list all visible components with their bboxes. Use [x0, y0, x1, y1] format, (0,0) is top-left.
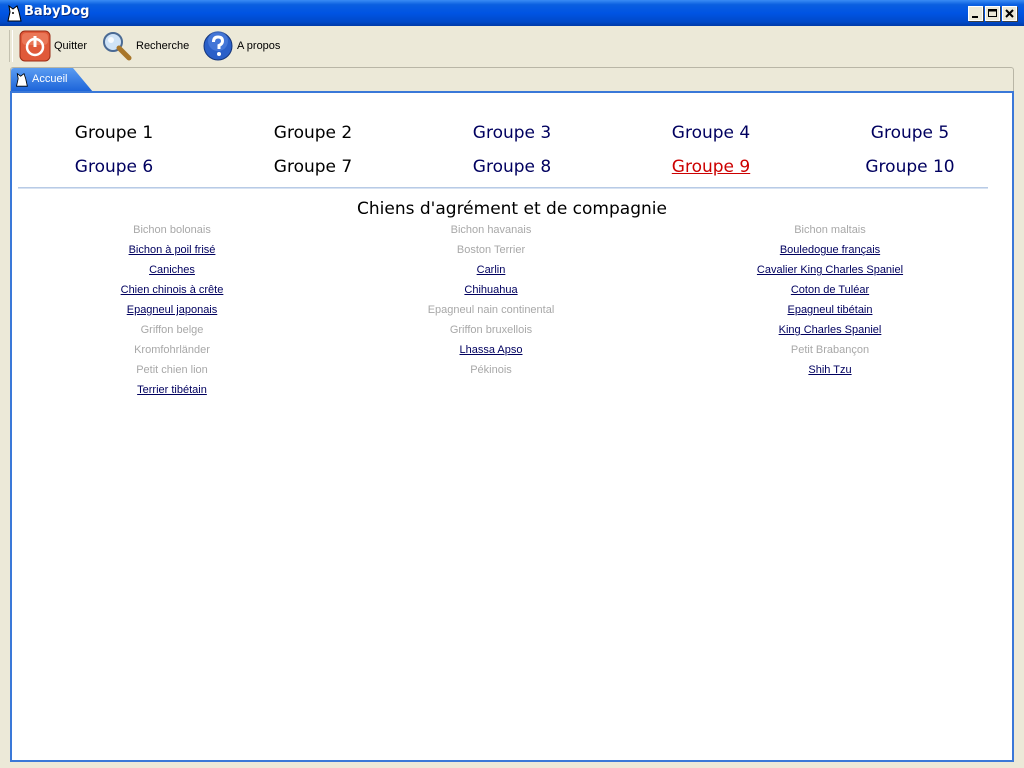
search-label: Recherche — [136, 40, 190, 52]
breed-item[interactable]: Terrier tibétain — [22, 383, 322, 397]
minimize-button[interactable] — [968, 6, 983, 21]
magnifier-icon — [103, 32, 132, 61]
group-link[interactable]: Groupe 3 — [422, 123, 602, 143]
breed-item[interactable]: King Charles Spaniel — [680, 323, 980, 337]
toolbar-grip[interactable] — [9, 30, 13, 62]
breed-item[interactable]: Shih Tzu — [680, 363, 980, 377]
breed-item: Griffon belge — [140, 324, 204, 336]
group-link[interactable]: Groupe 6 — [24, 157, 204, 177]
breed-item: Pékinois — [470, 364, 512, 376]
search-button[interactable]: Recherche — [101, 29, 189, 63]
breed-item[interactable]: Caniches — [22, 263, 322, 277]
title-bar: BabyDog — [0, 0, 1024, 26]
breed-item: Boston Terrier — [456, 244, 526, 256]
breed-item: Epagneul nain continental — [427, 304, 555, 316]
group-link[interactable]: Groupe 8 — [422, 157, 602, 177]
group-link[interactable]: Groupe 7 — [223, 157, 403, 177]
breed-item: Bichon havanais — [450, 224, 532, 236]
breed-item[interactable]: Carlin — [341, 263, 641, 277]
close-icon — [1005, 9, 1014, 18]
group-link[interactable]: Groupe 2 — [223, 123, 403, 143]
breed-item[interactable]: Epagneul japonais — [22, 303, 322, 317]
group-link[interactable]: Groupe 4 — [621, 123, 801, 143]
breed-item[interactable]: Bouledogue français — [680, 243, 980, 257]
tab-accueil[interactable]: Accueil — [11, 68, 93, 92]
quit-button[interactable]: Quitter — [19, 29, 87, 63]
breed-item: Griffon bruxellois — [449, 324, 533, 336]
maximize-button[interactable] — [985, 6, 1000, 21]
breed-item: Petit chien lion — [136, 364, 208, 376]
power-icon — [19, 30, 51, 62]
dog-head-icon — [7, 4, 22, 22]
breed-item[interactable]: Epagneul tibétain — [680, 303, 980, 317]
tab-strip — [10, 67, 1014, 91]
divider — [18, 187, 988, 189]
breed-item[interactable]: Chien chinois à crête — [22, 283, 322, 297]
window-title: BabyDog — [24, 4, 90, 19]
breed-item: Petit Brabançon — [790, 344, 870, 356]
breed-item[interactable]: Lhassa Apso — [341, 343, 641, 357]
dog-head-icon — [15, 72, 28, 87]
help-icon — [203, 31, 233, 61]
breed-item[interactable]: Coton de Tuléar — [680, 283, 980, 297]
breed-item[interactable]: Cavalier King Charles Spaniel — [680, 263, 980, 277]
tab-label: Accueil — [32, 73, 68, 85]
group-link[interactable]: Groupe 10 — [820, 157, 1000, 177]
toolbar: Quitter Recherche A propos — [0, 26, 1024, 66]
group-link[interactable]: Groupe 1 — [24, 123, 204, 143]
content-panel: Groupe 1 Groupe 2 Groupe 3 Groupe 4 Groupe 5… — [10, 91, 1014, 762]
breed-item: Bichon maltais — [794, 224, 866, 236]
section-title: Chiens d'agrément et de compagnie — [357, 199, 667, 219]
breed-item[interactable]: Bichon à poil frisé — [22, 243, 322, 257]
breed-item[interactable]: Chihuahua — [341, 283, 641, 297]
quit-label: Quitter — [54, 40, 88, 52]
breed-item: Kromfohrländer — [134, 344, 210, 356]
group-link[interactable]: Groupe 9 — [621, 157, 801, 177]
minimize-icon — [972, 16, 978, 18]
close-button[interactable] — [1002, 6, 1017, 21]
maximize-icon — [988, 9, 997, 17]
about-label: A propos — [237, 40, 281, 52]
group-link[interactable]: Groupe 5 — [820, 123, 1000, 143]
breed-item: Bichon bolonais — [133, 224, 211, 236]
about-button[interactable]: A propos — [202, 29, 280, 63]
